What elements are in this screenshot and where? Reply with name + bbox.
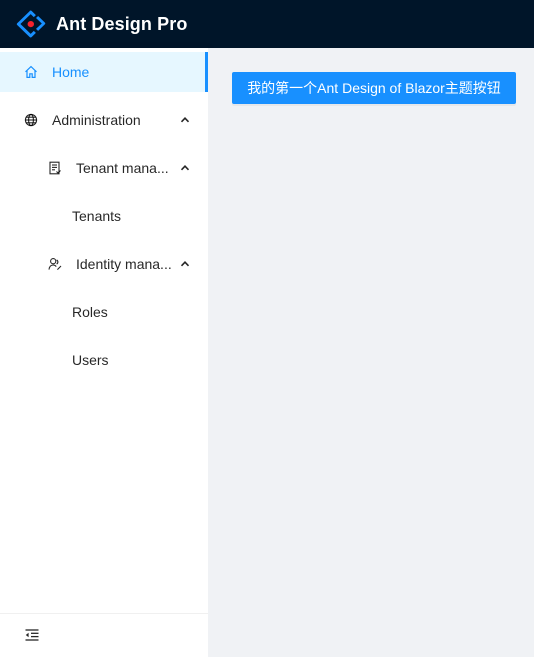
ant-design-logo-icon[interactable] <box>16 10 46 38</box>
app-title: Ant Design Pro <box>56 14 188 34</box>
primary-button[interactable]: 我的第一个Ant Design of Blazor主题按钮 <box>232 72 516 104</box>
sidebar-item-roles[interactable]: Roles <box>0 292 208 332</box>
sidebar-item-users[interactable]: Users <box>0 340 208 380</box>
sidebar-item-identity-management[interactable]: Identity mana... <box>0 244 208 284</box>
sidebar-item-label: Home <box>52 64 90 80</box>
home-icon <box>24 65 38 79</box>
main-content: 我的第一个Ant Design of Blazor主题按钮 <box>208 48 534 657</box>
sidebar-item-home[interactable]: Home <box>0 52 208 92</box>
team-icon <box>48 257 62 271</box>
chevron-up-icon <box>180 259 190 269</box>
sidebar-item-label: Tenant mana... <box>76 160 169 176</box>
sidebar-item-label: Roles <box>72 304 108 320</box>
sidebar-item-label: Users <box>72 352 109 368</box>
sidebar-item-administration[interactable]: Administration <box>0 100 208 140</box>
sidebar: Home Administration Tenant mana... Tenan… <box>0 48 208 657</box>
sidebar-item-tenants[interactable]: Tenants <box>0 196 208 236</box>
audit-icon <box>48 161 62 175</box>
sidebar-item-tenant-management[interactable]: Tenant mana... <box>0 148 208 188</box>
global-icon <box>24 113 38 127</box>
chevron-up-icon <box>180 115 190 125</box>
sidebar-item-label: Tenants <box>72 208 122 224</box>
top-header: Ant Design Pro <box>0 0 534 48</box>
sidebar-item-label: Identity mana... <box>76 256 172 272</box>
sidebar-item-label: Administration <box>52 112 141 128</box>
chevron-up-icon <box>180 163 190 173</box>
sidebar-footer <box>0 613 208 657</box>
menu-fold-icon[interactable] <box>24 627 40 643</box>
